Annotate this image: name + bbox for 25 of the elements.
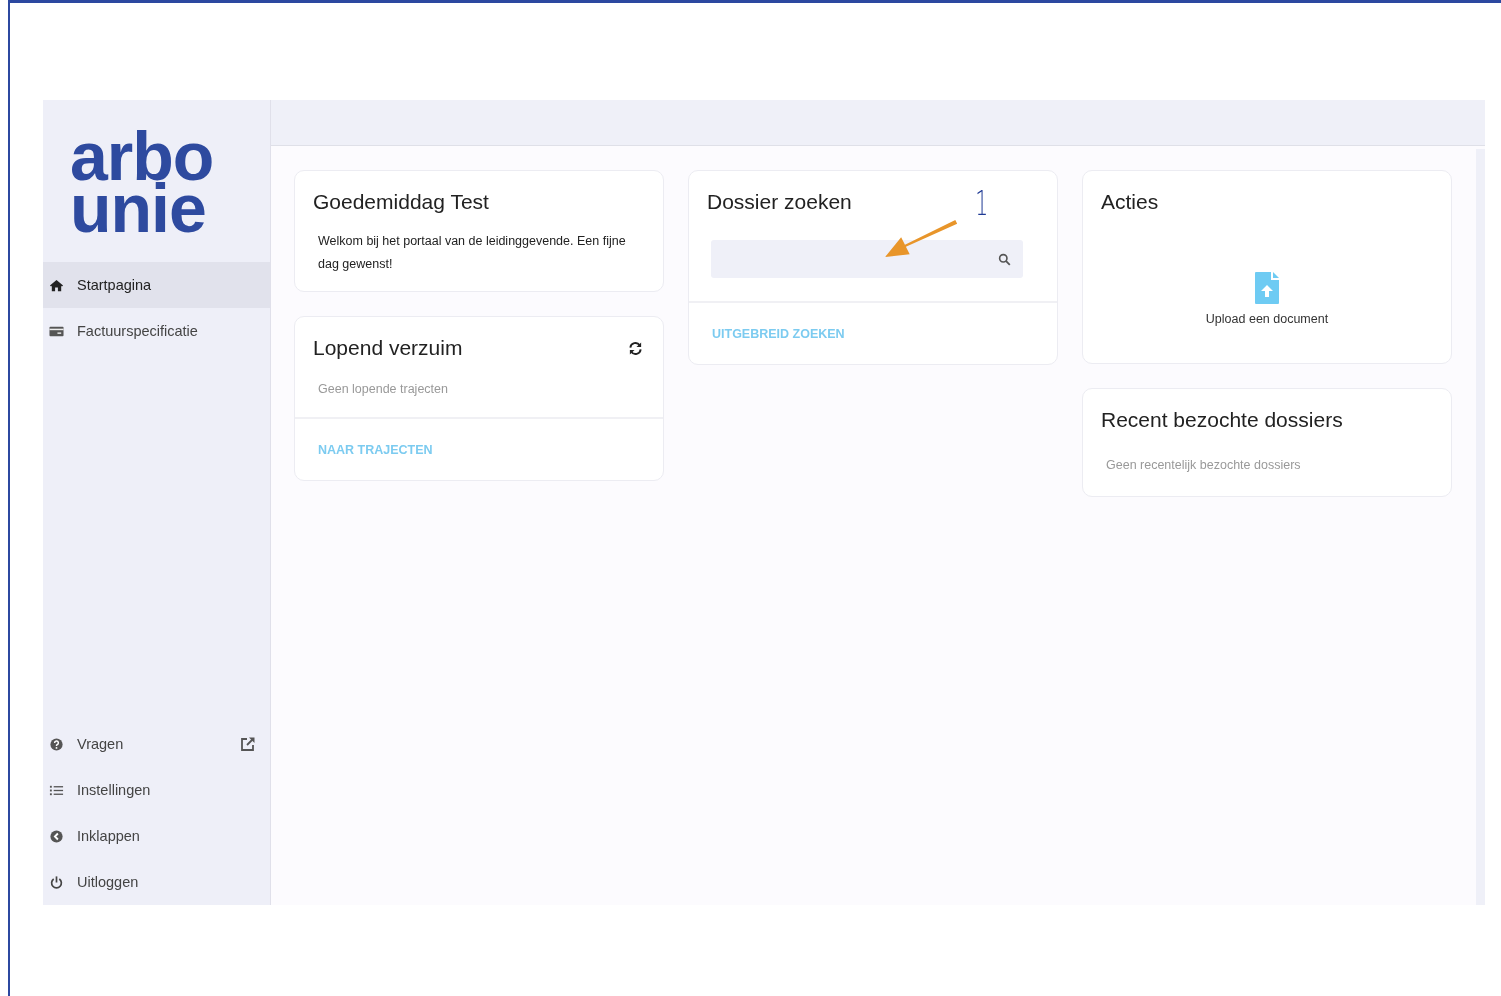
logo: arbo unie	[69, 117, 215, 248]
card-title: Goedemiddag Test	[313, 189, 489, 215]
search-icon	[998, 252, 1011, 266]
search-field[interactable]	[711, 240, 1023, 278]
sidebar-item[interactable]: Uitloggen	[43, 859, 270, 905]
sidebar-item[interactable]: Startpagina	[43, 262, 270, 308]
sidebar-item[interactable]: Instellingen	[43, 767, 270, 813]
welcome-text: Welkom bij het portaal van de leidinggevende. Een fijne dag gewenst!	[317, 233, 627, 273]
empty-message: Geen recentelijk bezochte dossiers	[1105, 457, 1302, 474]
sidebar-item[interactable]: Inklappen	[43, 813, 270, 859]
card-title: Dossier zoeken	[707, 189, 852, 215]
upload-document-action[interactable]: Upload een document	[1205, 272, 1329, 326]
sidebar-item[interactable]: Vragen	[43, 721, 270, 767]
card-title: Recent bezochte dossiers	[1101, 407, 1343, 433]
card-title: Acties	[1101, 189, 1159, 215]
refresh-icon[interactable]	[628, 340, 643, 356]
chevron-left-icon	[49, 828, 64, 844]
sidebar-item[interactable]: Factuurspecificatie	[43, 308, 270, 354]
home-icon	[49, 277, 64, 293]
empty-message: Geen lopende trajecten	[317, 381, 449, 398]
annotation-number: 1	[975, 183, 989, 223]
card-title: Lopend verzuim	[313, 335, 463, 361]
file-upload-icon	[1255, 272, 1279, 304]
power-icon	[49, 874, 64, 890]
help-icon	[49, 736, 64, 752]
